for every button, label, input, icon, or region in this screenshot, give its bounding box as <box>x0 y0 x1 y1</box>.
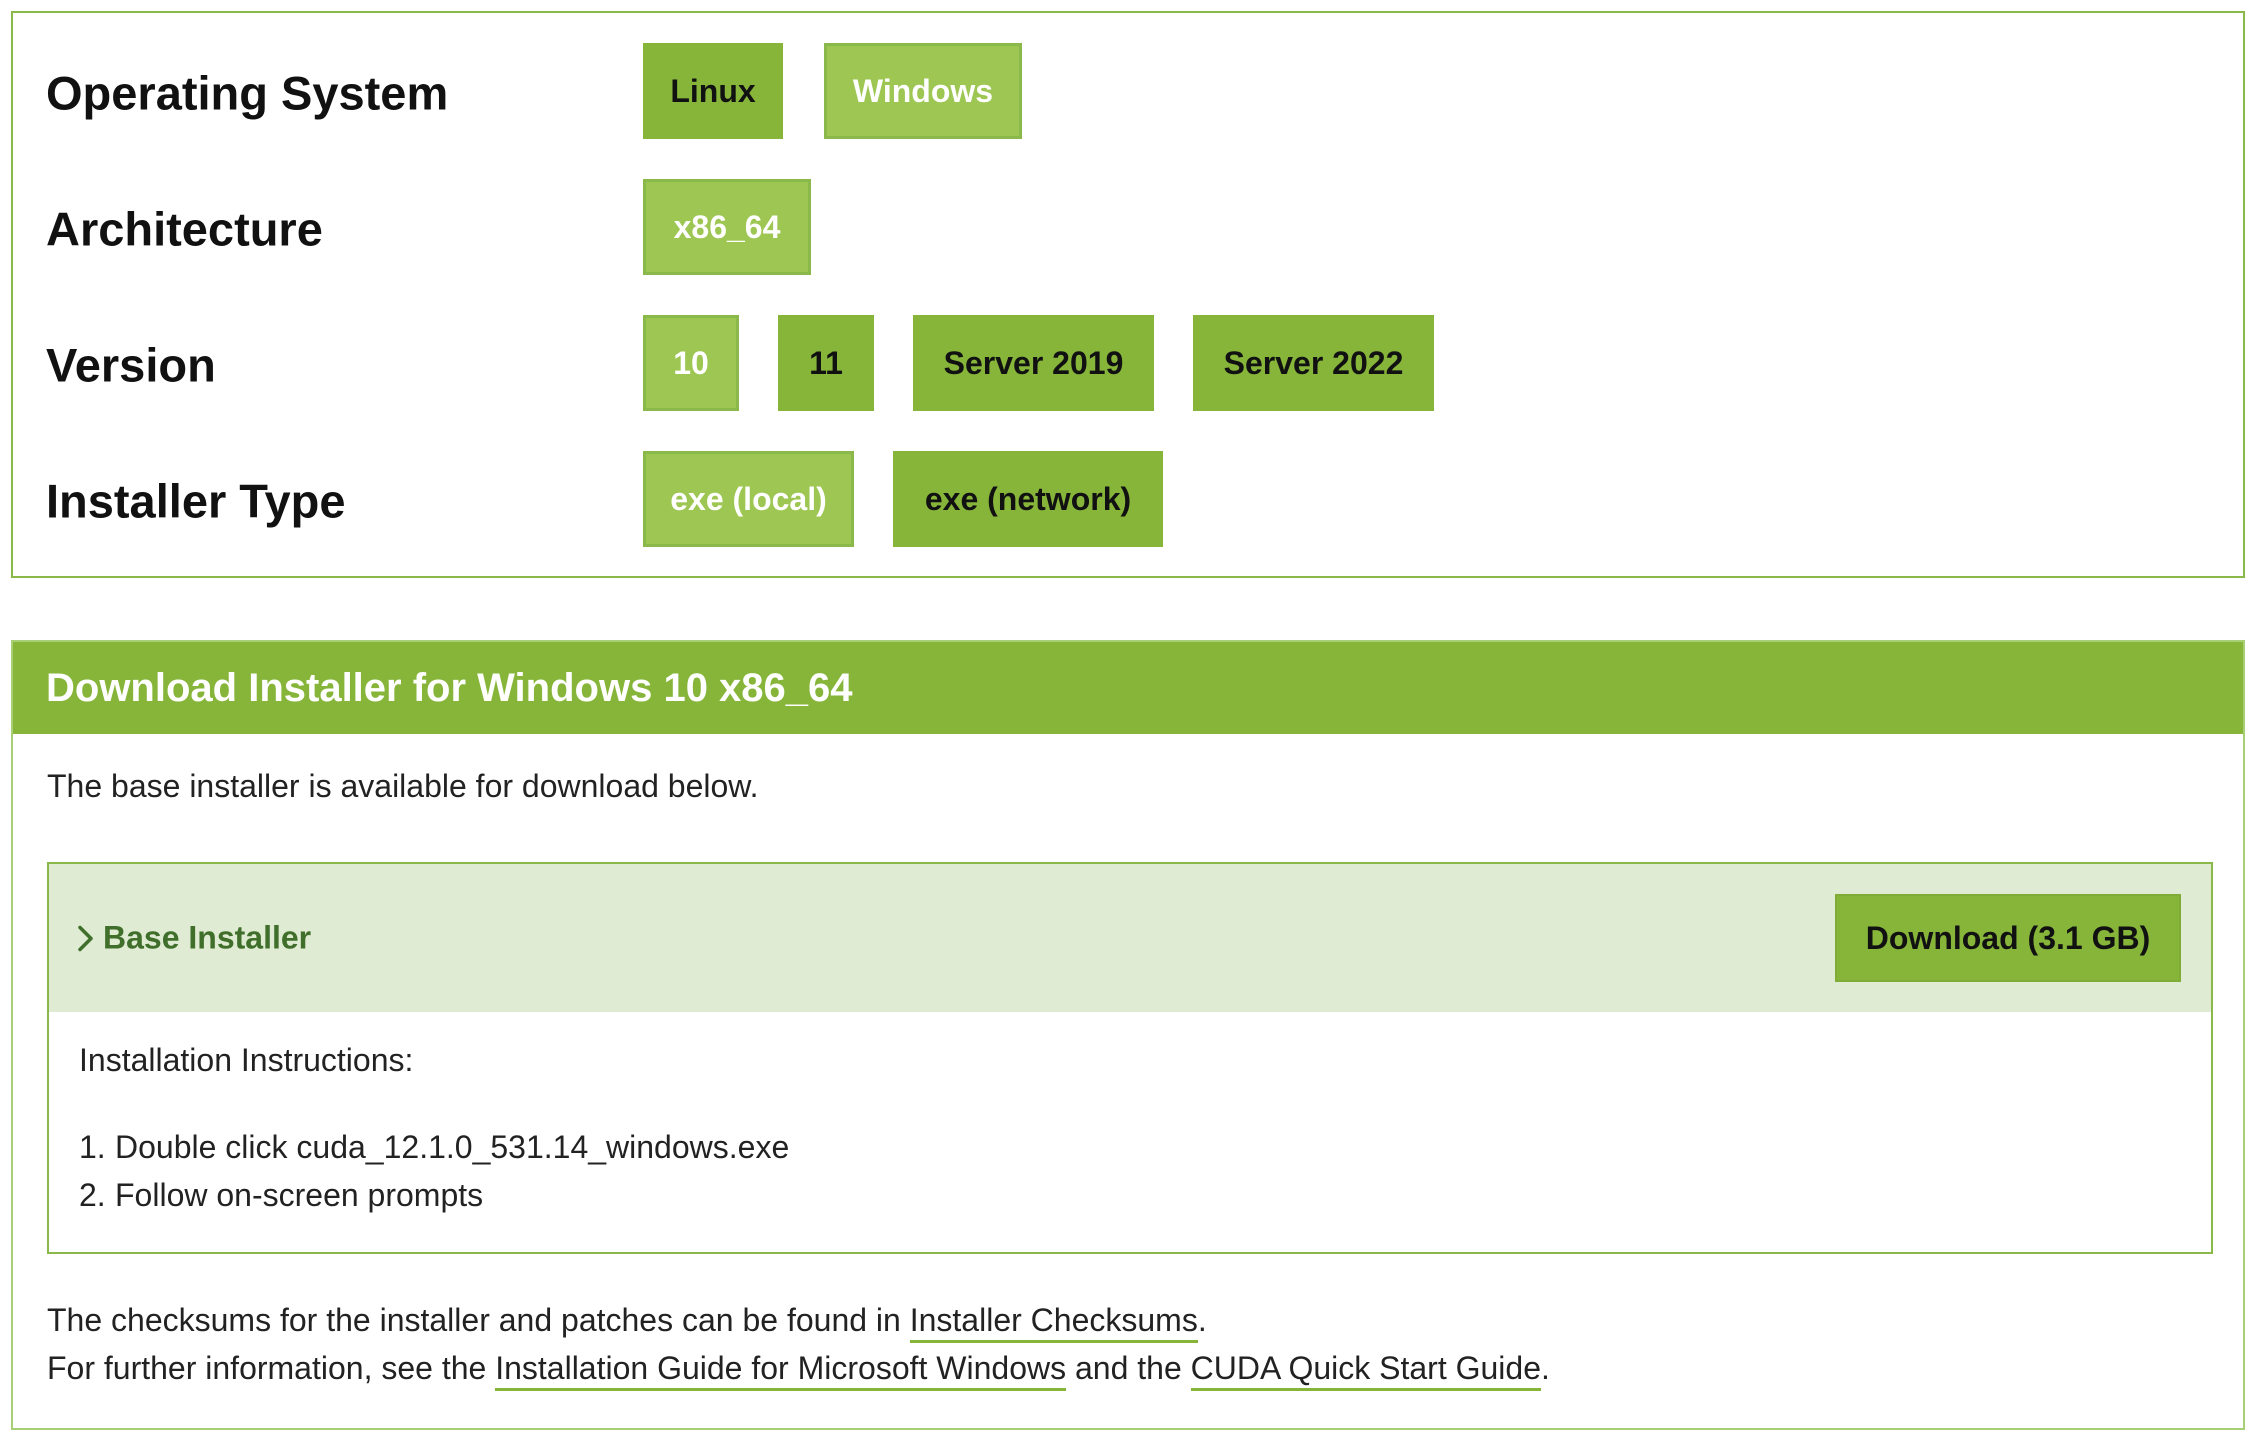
version-label: Version <box>46 338 216 392</box>
chevron-right-icon <box>78 925 93 951</box>
row-installer-type: Installer Type exe (local) exe (network) <box>13 451 2243 551</box>
option-windows[interactable]: Windows <box>824 43 1022 139</box>
option-server-2019[interactable]: Server 2019 <box>913 315 1154 411</box>
row-version: Version 10 11 Server 2019 Server 2022 <box>13 315 2243 415</box>
further-info-suffix: . <box>1540 1350 1550 1386</box>
quick-start-guide-link[interactable]: CUDA Quick Start Guide <box>1190 1350 1541 1391</box>
base-installer-title: Base Installer <box>103 919 312 956</box>
download-section: Download Installer for Windows 10 x86_64… <box>11 640 2245 1430</box>
further-info-text: For further information, see the <box>47 1350 496 1386</box>
step-number: 2. <box>79 1177 106 1213</box>
further-info-line: For further information, see the Install… <box>47 1344 1550 1392</box>
option-exe-local[interactable]: exe (local) <box>643 451 854 547</box>
further-info-mid: and the <box>1066 1350 1191 1386</box>
operating-system-label: Operating System <box>46 66 449 120</box>
option-x86-64[interactable]: x86_64 <box>643 179 811 275</box>
platform-selector-panel: Operating System Linux Windows Architect… <box>11 11 2245 578</box>
installer-checksums-link[interactable]: Installer Checksums <box>909 1302 1198 1343</box>
option-linux[interactable]: Linux <box>643 43 783 139</box>
option-version-10[interactable]: 10 <box>643 315 739 411</box>
checksums-text: The checksums for the installer and patc… <box>47 1302 910 1338</box>
download-header: Download Installer for Windows 10 x86_64 <box>13 642 2243 734</box>
option-exe-network[interactable]: exe (network) <box>893 451 1163 547</box>
installation-instructions: Installation Instructions: 1. Double clic… <box>79 1042 789 1219</box>
instruction-steps: 1. Double click cuda_12.1.0_531.14_window… <box>79 1123 789 1219</box>
instruction-step: 1. Double click cuda_12.1.0_531.14_window… <box>79 1123 789 1171</box>
installation-guide-link[interactable]: Installation Guide for Microsoft Windows <box>495 1350 1067 1391</box>
row-architecture: Architecture x86_64 <box>13 179 2243 279</box>
base-installer-card: Base Installer Download (3.1 GB) Install… <box>47 862 2213 1254</box>
checksums-line: The checksums for the installer and patc… <box>47 1296 1550 1344</box>
base-installer-toggle[interactable]: Base Installer <box>75 920 311 957</box>
page: Operating System Linux Windows Architect… <box>0 0 2248 1432</box>
row-operating-system: Operating System Linux Windows <box>13 43 2243 143</box>
step-text: Double click cuda_12.1.0_531.14_windows.… <box>115 1129 790 1165</box>
download-title: Download Installer for Windows 10 x86_64 <box>46 665 853 710</box>
instruction-step: 2. Follow on-screen prompts <box>79 1171 789 1219</box>
checksums-suffix: . <box>1197 1302 1207 1338</box>
installer-type-label: Installer Type <box>46 474 346 528</box>
download-button[interactable]: Download (3.1 GB) <box>1835 894 2181 982</box>
download-footer: The checksums for the installer and patc… <box>47 1296 1550 1392</box>
step-number: 1. <box>79 1129 106 1165</box>
option-version-11[interactable]: 11 <box>778 315 874 411</box>
architecture-label: Architecture <box>46 202 323 256</box>
step-text: Follow on-screen prompts <box>115 1177 484 1213</box>
base-installer-header: Base Installer Download (3.1 GB) <box>49 864 2211 1012</box>
instructions-title: Installation Instructions: <box>79 1042 414 1078</box>
download-intro: The base installer is available for down… <box>47 768 759 804</box>
option-server-2022[interactable]: Server 2022 <box>1193 315 1434 411</box>
